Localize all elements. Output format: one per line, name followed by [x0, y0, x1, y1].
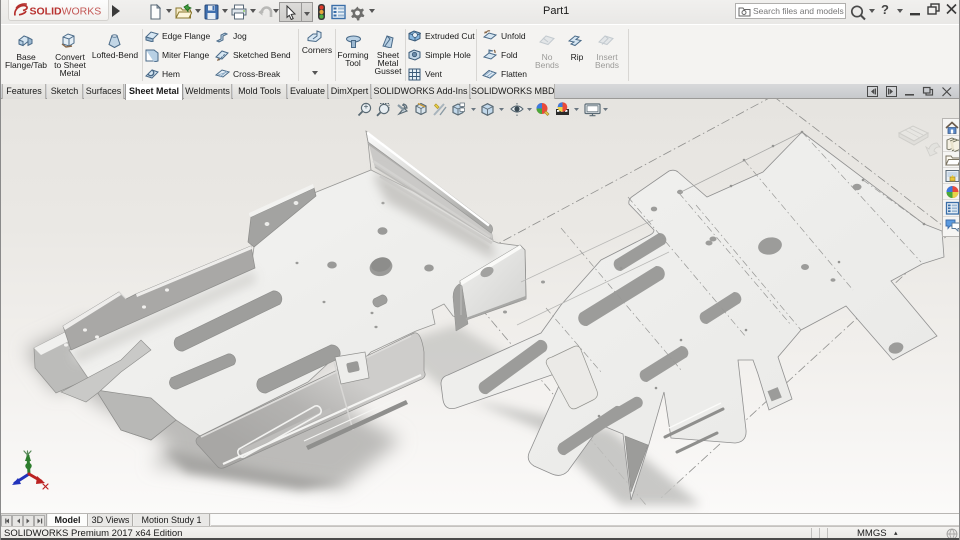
svg-text:SOLIDWORKS: SOLIDWORKS [30, 6, 102, 18]
